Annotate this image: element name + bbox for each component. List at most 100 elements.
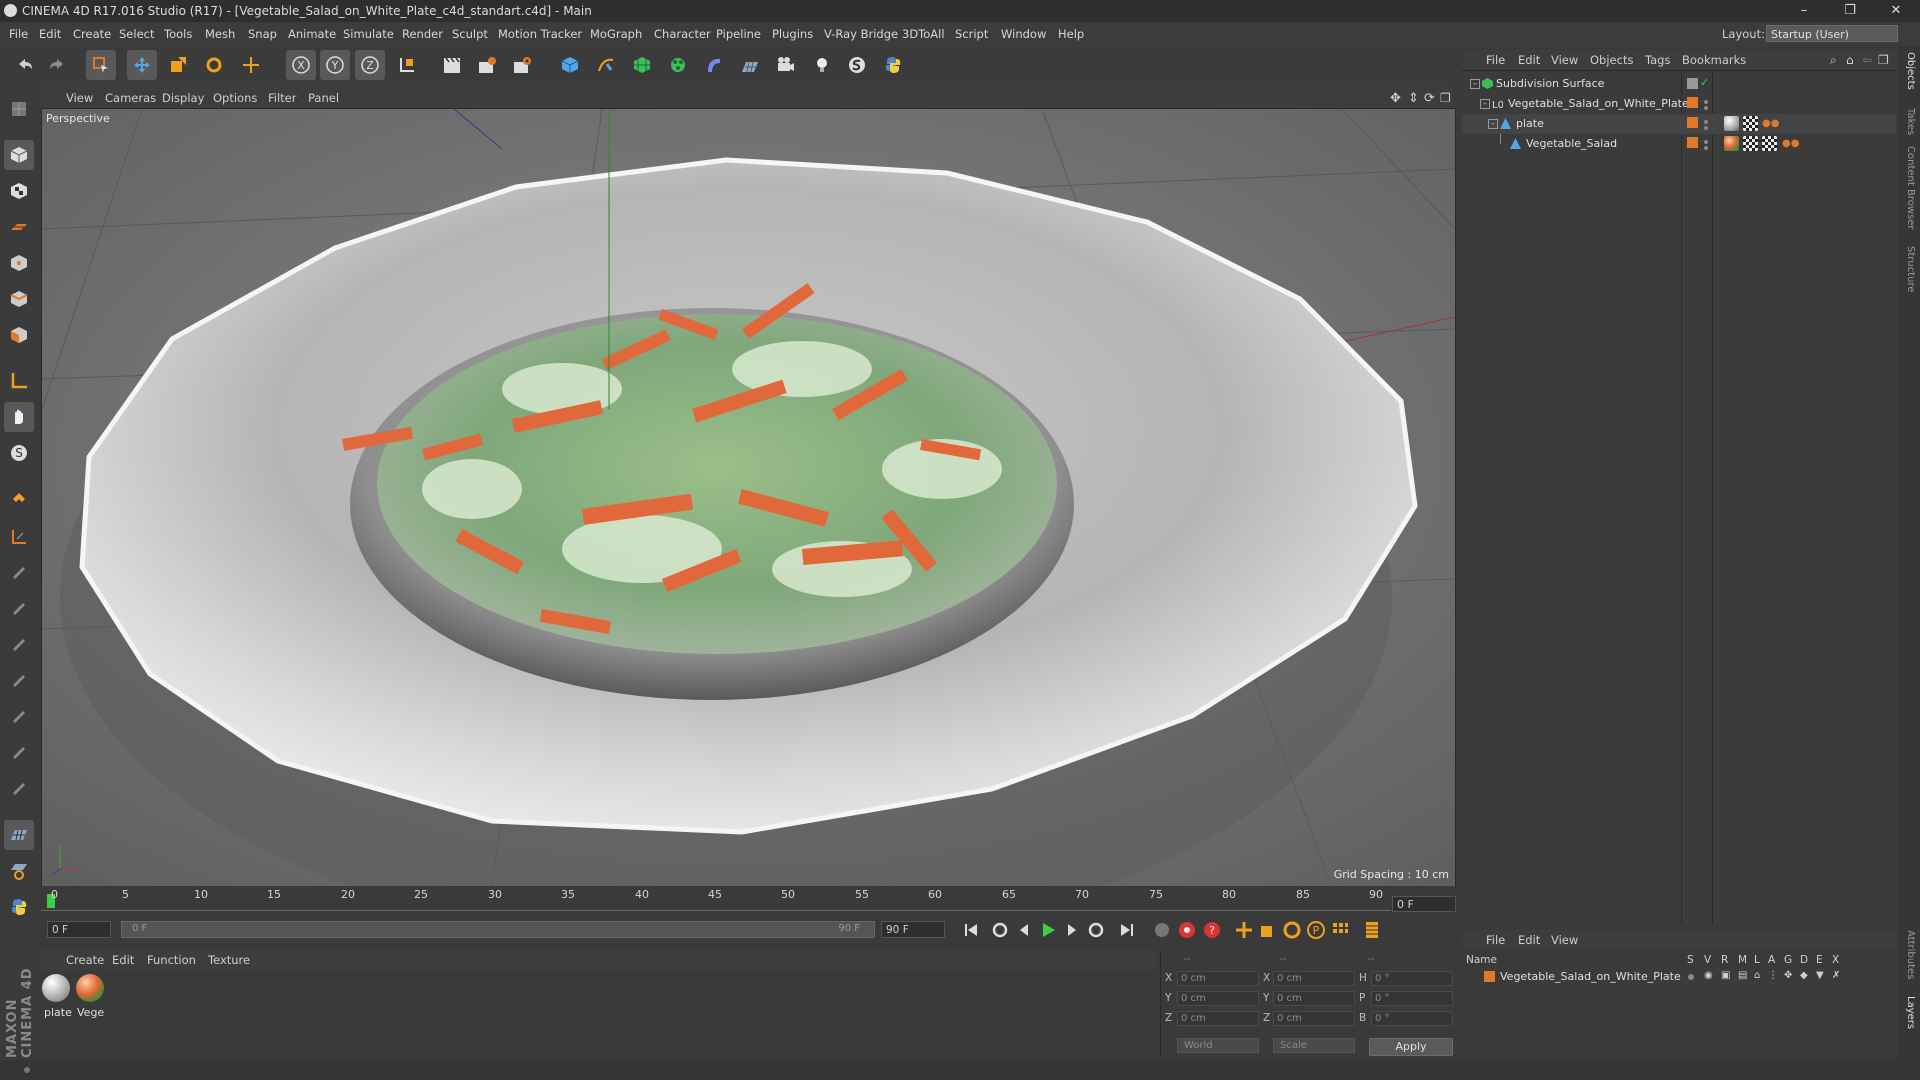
tree-row[interactable]: Vegetable_Salad ●● xyxy=(1462,134,1896,154)
layout-select[interactable]: Startup (User) xyxy=(1766,25,1898,42)
layer-solo-icon[interactable] xyxy=(1688,974,1694,980)
tree-row[interactable]: – L0 Vegetable_Salad_on_White_Plate xyxy=(1462,94,1896,114)
workplane-axis-button[interactable] xyxy=(4,522,34,552)
menu-motion-tracker[interactable]: Motion Tracker xyxy=(498,27,582,41)
layer-menu-view[interactable]: View xyxy=(1551,933,1578,947)
rotation-p-field[interactable]: 0 ° xyxy=(1371,991,1453,1006)
grid-snap-button[interactable] xyxy=(4,820,34,850)
add-light-button[interactable] xyxy=(807,50,837,80)
add-generator-button[interactable] xyxy=(627,50,657,80)
next-key-button[interactable] xyxy=(1085,919,1107,941)
home-icon[interactable]: ⌂ xyxy=(1846,53,1854,67)
layer-animation-icon[interactable]: ⋮ xyxy=(1768,970,1778,981)
go-to-end-button[interactable] xyxy=(1116,919,1138,941)
object-name-vegetable-salad[interactable]: Vegetable_Salad xyxy=(1526,137,1617,150)
search-icon[interactable]: ⌕ xyxy=(1830,53,1837,68)
side-tab-content-browser[interactable]: Content Browser xyxy=(1902,146,1916,229)
rotation-h-field[interactable]: 0 ° xyxy=(1371,971,1453,986)
key-rotation-button[interactable] xyxy=(1281,919,1303,941)
material-tag-vege[interactable] xyxy=(1724,136,1739,151)
menu-mesh[interactable]: Mesh xyxy=(205,27,235,41)
menu-window[interactable]: Window xyxy=(1001,27,1046,41)
object-name-subdivision-surface[interactable]: Subdivision Surface xyxy=(1496,77,1604,90)
layer-color-swatch[interactable] xyxy=(1687,137,1698,148)
back-icon[interactable]: ⇦ xyxy=(1862,53,1872,67)
collapse-toggle-icon[interactable]: – xyxy=(1488,119,1498,129)
rotation-b-field[interactable]: 0 ° xyxy=(1371,1011,1453,1026)
tree-row[interactable]: – plate ●● xyxy=(1462,114,1896,134)
side-tab-attributes[interactable]: Attributes xyxy=(1902,930,1916,979)
menu-script[interactable]: Script xyxy=(955,27,988,41)
layer-col-solo[interactable]: S xyxy=(1687,954,1694,966)
menu-vray-bridge[interactable]: V-Ray Bridge xyxy=(824,27,898,41)
coordinate-mode-dropdown[interactable]: World xyxy=(1177,1038,1259,1053)
viewport-menu-options[interactable]: Options xyxy=(213,91,257,105)
scale-mode-dropdown[interactable]: Scale xyxy=(1273,1038,1355,1053)
key-pla-button[interactable] xyxy=(1329,919,1351,941)
layer-col-deformers[interactable]: D xyxy=(1800,954,1808,966)
layer-expression-icon[interactable]: ▼ xyxy=(1816,970,1824,981)
add-cube-button[interactable] xyxy=(555,50,585,80)
move-tool-button[interactable] xyxy=(127,50,157,80)
layer-col-render[interactable]: R xyxy=(1721,954,1728,966)
panel-maximize-icon[interactable]: ❐ xyxy=(1878,53,1889,67)
layer-color-swatch[interactable] xyxy=(1687,97,1698,108)
object-menu-edit[interactable]: Edit xyxy=(1518,53,1540,67)
brush-tool-5-button[interactable] xyxy=(4,700,34,730)
menu-help[interactable]: Help xyxy=(1058,27,1084,41)
undo-button[interactable] xyxy=(10,50,40,80)
menu-file[interactable]: File xyxy=(9,27,28,41)
layer-lock-icon[interactable]: ⌂ xyxy=(1754,970,1760,981)
brush-tool-6-button[interactable] xyxy=(4,736,34,766)
menu-animate[interactable]: Animate xyxy=(288,27,336,41)
layer-col-animation[interactable]: A xyxy=(1768,954,1775,966)
layer-col-view[interactable]: V xyxy=(1704,954,1711,966)
enabled-check-icon[interactable]: ✓ xyxy=(1700,76,1709,89)
menu-render[interactable]: Render xyxy=(402,27,443,41)
restore-button[interactable]: ❐ xyxy=(1827,0,1873,22)
layer-manager-icon[interactable]: ▤ xyxy=(1738,970,1747,981)
material-menu-texture[interactable]: Texture xyxy=(208,953,250,967)
edges-mode-button[interactable] xyxy=(4,284,34,314)
x-axis-button[interactable]: X xyxy=(286,50,316,80)
rotate-tool-button[interactable] xyxy=(199,50,229,80)
menu-simulate[interactable]: Simulate xyxy=(343,27,394,41)
layer-name[interactable]: Vegetable_Salad_on_White_Plate xyxy=(1500,970,1681,983)
material-swatch-vege[interactable] xyxy=(76,974,104,1002)
viewport-menu-filter[interactable]: Filter xyxy=(268,91,296,105)
layer-xref-icon[interactable]: ✗ xyxy=(1832,970,1840,981)
collapse-toggle-icon[interactable]: – xyxy=(1480,99,1490,109)
menu-3dtoall[interactable]: 3DToAll xyxy=(902,27,945,41)
texture-mode-button[interactable] xyxy=(4,176,34,206)
layer-col-expressions[interactable]: E xyxy=(1816,954,1823,966)
add-camera-button[interactable] xyxy=(771,50,801,80)
menu-select[interactable]: Select xyxy=(119,27,154,41)
render-visibility-dot[interactable] xyxy=(1704,146,1708,150)
menu-plugins[interactable]: Plugins xyxy=(772,27,813,41)
side-tab-layers[interactable]: Layers xyxy=(1902,996,1916,1029)
viewport-menu-view[interactable]: View xyxy=(66,91,93,105)
add-mograph-button[interactable] xyxy=(663,50,693,80)
points-mode-button[interactable] xyxy=(4,248,34,278)
previous-key-button[interactable] xyxy=(989,919,1011,941)
current-frame-field[interactable]: 0 F xyxy=(1392,896,1456,912)
layer-deformer-icon[interactable]: ◆ xyxy=(1800,970,1808,981)
layer-menu-file[interactable]: File xyxy=(1486,933,1505,947)
editor-visibility-dot[interactable] xyxy=(1704,120,1708,124)
position-y-field[interactable]: 0 cm xyxy=(1177,991,1259,1006)
layer-col-name[interactable]: Name xyxy=(1466,954,1497,966)
editor-visibility-dot[interactable] xyxy=(1704,140,1708,144)
layer-menu-edit[interactable]: Edit xyxy=(1518,933,1540,947)
layer-eye-icon[interactable]: ◉ xyxy=(1704,970,1713,981)
end-frame-field[interactable]: 90 F xyxy=(881,921,945,938)
material-tag-plate[interactable] xyxy=(1724,116,1739,131)
python-button[interactable] xyxy=(878,50,908,80)
coordinate-system-button[interactable] xyxy=(392,50,422,80)
menu-mograph[interactable]: MoGraph xyxy=(590,27,642,41)
viewport-move-icon[interactable]: ✥ xyxy=(1390,91,1401,106)
layer-row[interactable]: Vegetable_Salad_on_White_Plate ◉ ▣ ▤ ⌂ ⋮… xyxy=(1462,968,1896,986)
add-spline-button[interactable] xyxy=(591,50,621,80)
render-visibility-dot[interactable] xyxy=(1704,126,1708,130)
live-selection-button[interactable] xyxy=(86,50,116,80)
viewport-dolly-icon[interactable]: ⇕ xyxy=(1408,91,1419,106)
